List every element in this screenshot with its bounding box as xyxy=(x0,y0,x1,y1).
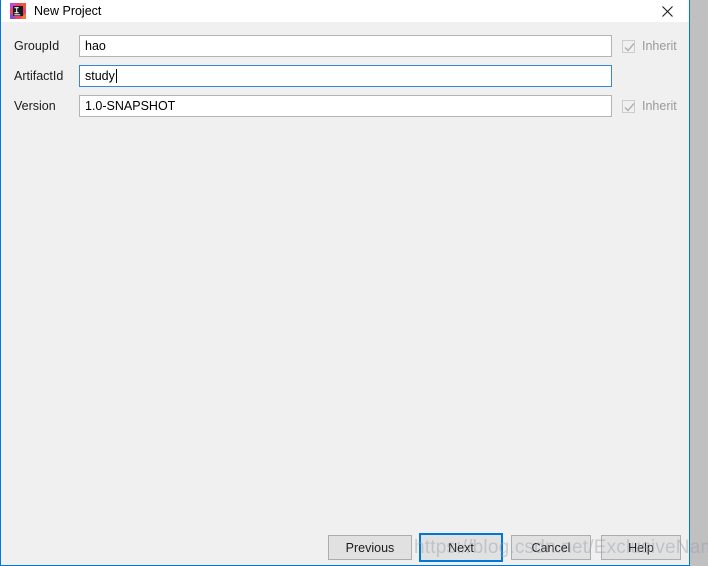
inherit-version-checkbox[interactable] xyxy=(622,99,635,113)
next-button[interactable]: Next xyxy=(419,533,503,562)
checkmark-icon xyxy=(624,102,635,112)
cancel-button[interactable]: Cancel xyxy=(511,535,591,560)
desktop-background xyxy=(690,0,708,566)
dialog-content: GroupId Inherit ArtifactId Version xyxy=(1,22,708,565)
text-cursor xyxy=(115,69,117,83)
label-version: Version xyxy=(14,99,56,113)
close-button[interactable] xyxy=(645,0,689,22)
artifactid-input[interactable] xyxy=(79,65,612,87)
label-groupid: GroupId xyxy=(14,39,60,53)
form-row-groupid: GroupId Inherit xyxy=(1,35,689,57)
inherit-groupid-checkbox[interactable] xyxy=(622,39,635,53)
groupid-input[interactable] xyxy=(79,35,612,57)
window-title: New Project xyxy=(34,3,102,18)
inherit-version-label: Inherit xyxy=(642,98,677,113)
intellij-idea-icon xyxy=(10,3,26,19)
label-artifactid: ArtifactId xyxy=(14,69,64,83)
previous-button[interactable]: Previous xyxy=(328,535,412,560)
form-row-version: Version Inherit xyxy=(1,95,689,117)
inherit-groupid-label: Inherit xyxy=(642,38,677,53)
title-bar: New Project xyxy=(1,0,689,22)
new-project-dialog: New Project GroupId Inherit xyxy=(0,0,708,566)
form-row-artifactid: ArtifactId xyxy=(1,65,689,87)
close-icon xyxy=(661,5,673,17)
version-input[interactable] xyxy=(79,95,612,117)
help-button[interactable]: Help xyxy=(601,535,681,560)
inherit-groupid[interactable]: Inherit xyxy=(622,35,677,57)
inherit-version[interactable]: Inherit xyxy=(622,95,677,117)
checkmark-icon xyxy=(624,42,635,52)
